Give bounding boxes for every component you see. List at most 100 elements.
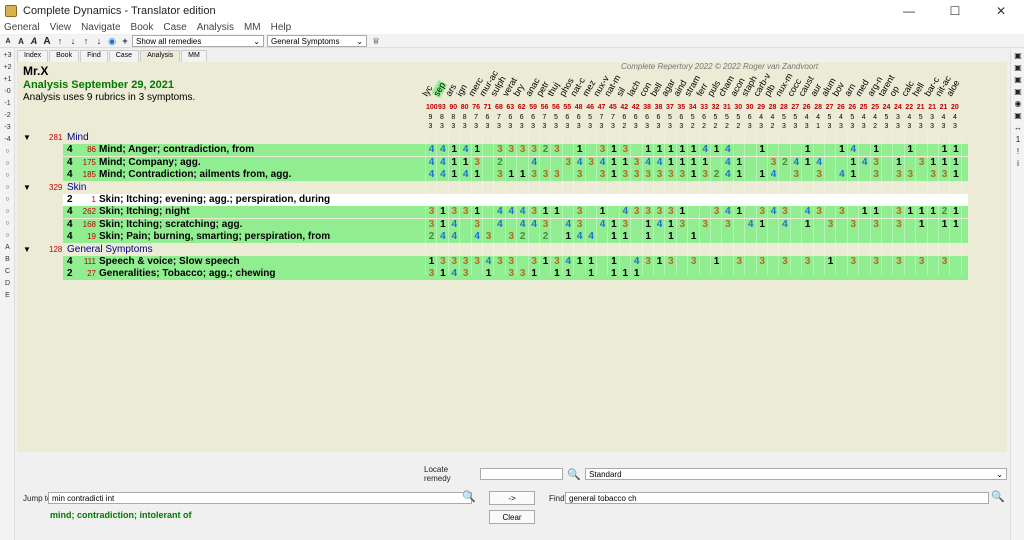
tab-book[interactable]: Book xyxy=(49,50,80,62)
remedy-grade-cell[interactable]: 3 xyxy=(814,169,825,181)
remedy-grade-cell[interactable]: 4 xyxy=(437,144,448,156)
remedy-grade-cell[interactable]: 1 xyxy=(688,157,699,169)
remedy-grade-cell[interactable]: 3 xyxy=(643,169,654,181)
remedy-grade-cell[interactable]: 4 xyxy=(859,157,870,169)
remedy-grade-cell[interactable]: 2 xyxy=(779,157,790,169)
remedy-grade-cell[interactable]: 4 xyxy=(449,231,460,243)
remedy-grade-cell[interactable]: 3 xyxy=(506,231,517,243)
remedy-grade-cell[interactable]: 1 xyxy=(711,144,722,156)
remedy-grade-cell[interactable]: 3 xyxy=(871,169,882,181)
remedy-grade-cell[interactable]: 3 xyxy=(460,268,471,280)
remedy-grade-cell[interactable]: 1 xyxy=(939,219,950,231)
remedy-grade-cell[interactable]: 1 xyxy=(802,157,813,169)
remedy-grade-cell[interactable]: 3 xyxy=(529,169,540,181)
remedy-grade-cell[interactable]: 4 xyxy=(722,144,733,156)
remedy-grade-cell[interactable]: 4 xyxy=(586,231,597,243)
remedy-grade-cell[interactable]: 4 xyxy=(643,157,654,169)
remedy-grade-cell[interactable]: 3 xyxy=(665,206,676,218)
remedy-grade-cell[interactable]: 4 xyxy=(437,169,448,181)
remedy-grade-cell[interactable]: 3 xyxy=(643,206,654,218)
remedy-grade-cell[interactable]: 3 xyxy=(848,256,859,268)
remedy-grade-cell[interactable]: 3 xyxy=(700,169,711,181)
symptom-group-row[interactable]: ▼ 281 Mind xyxy=(17,132,997,144)
remedy-grade-cell[interactable]: 3 xyxy=(494,256,505,268)
remedy-grade-cell[interactable]: 1 xyxy=(757,144,768,156)
menu-case[interactable]: Case xyxy=(163,22,186,33)
remedy-grade-cell[interactable]: 3 xyxy=(506,144,517,156)
remedy-grade-cell[interactable]: 1 xyxy=(916,219,927,231)
remedy-grade-cell[interactable]: 4 xyxy=(597,219,608,231)
remedy-grade-cell[interactable]: 1 xyxy=(437,219,448,231)
remedy-grade-cell[interactable]: 3 xyxy=(437,256,448,268)
remedy-grade-cell[interactable]: 1 xyxy=(643,219,654,231)
left-tool-9[interactable]: ○ xyxy=(1,158,14,169)
remedy-grade-cell[interactable]: 1 xyxy=(608,157,619,169)
remedy-grade-cell[interactable]: 3 xyxy=(494,169,505,181)
trophy-icon[interactable]: ♕ xyxy=(370,35,382,47)
right-tool-4[interactable]: ◉ xyxy=(1012,98,1024,109)
remedy-grade-cell[interactable]: 1 xyxy=(734,157,745,169)
remedy-grade-cell[interactable]: 4 xyxy=(494,206,505,218)
tab-index[interactable]: Index xyxy=(17,50,49,62)
remedy-grade-cell[interactable]: 3 xyxy=(586,157,597,169)
remedy-grade-cell[interactable]: 4 xyxy=(802,206,813,218)
remedy-grade-cell[interactable]: 1 xyxy=(608,231,619,243)
symptom-group-row[interactable]: ▼ 128 General Symptoms xyxy=(17,244,997,256)
search-icon[interactable]: 🔍 xyxy=(991,490,1005,503)
remedy-grade-cell[interactable]: 3 xyxy=(757,206,768,218)
remedy-grade-cell[interactable]: 3 xyxy=(893,256,904,268)
minimize-button[interactable]: — xyxy=(886,0,932,21)
remedy-grade-cell[interactable]: 4 xyxy=(631,256,642,268)
font-larger-button[interactable]: A xyxy=(28,35,40,47)
remedy-grade-cell[interactable]: 4 xyxy=(426,169,437,181)
remedy-grade-cell[interactable]: 1 xyxy=(734,169,745,181)
remedy-grade-cell[interactable]: 3 xyxy=(722,219,733,231)
remedy-grade-cell[interactable]: 3 xyxy=(916,256,927,268)
clear-button[interactable]: Clear xyxy=(489,510,535,524)
remedy-grade-cell[interactable]: 4 xyxy=(460,169,471,181)
remedy-grade-cell[interactable]: 1 xyxy=(563,231,574,243)
remedy-grade-cell[interactable]: 3 xyxy=(472,219,483,231)
remedy-grade-cell[interactable]: 1 xyxy=(916,206,927,218)
remedy-grade-cell[interactable]: 1 xyxy=(654,256,665,268)
remedy-grade-cell[interactable]: 2 xyxy=(540,231,551,243)
tab-mm[interactable]: MM xyxy=(181,50,207,62)
remedy-grade-cell[interactable]: 1 xyxy=(711,256,722,268)
remedy-grade-cell[interactable]: 3 xyxy=(871,157,882,169)
remedy-grade-cell[interactable]: 1 xyxy=(757,169,768,181)
suggestion-text[interactable]: mind; contradiction; intolerant of xyxy=(50,510,192,520)
remedy-grade-cell[interactable]: 3 xyxy=(654,206,665,218)
remedy-grade-cell[interactable]: 4 xyxy=(654,157,665,169)
right-tool-9[interactable]: i xyxy=(1012,158,1024,169)
remedy-grade-cell[interactable]: 4 xyxy=(848,144,859,156)
remedy-grade-cell[interactable]: 3 xyxy=(871,219,882,231)
menu-help[interactable]: Help xyxy=(271,22,292,33)
remedy-grade-cell[interactable]: 1 xyxy=(939,144,950,156)
remedy-grade-cell[interactable]: 4 xyxy=(722,169,733,181)
remedy-grade-cell[interactable]: 1 xyxy=(950,157,961,169)
remedy-grade-cell[interactable]: 3 xyxy=(836,206,847,218)
remedy-grade-cell[interactable]: 3 xyxy=(893,206,904,218)
remedy-grade-cell[interactable]: 3 xyxy=(700,219,711,231)
remedy-grade-cell[interactable]: 4 xyxy=(437,157,448,169)
remedy-grade-cell[interactable]: 1 xyxy=(449,169,460,181)
remedy-grade-cell[interactable]: 2 xyxy=(939,206,950,218)
menu-mm[interactable]: MM xyxy=(244,22,261,33)
remedy-grade-cell[interactable]: 1 xyxy=(893,157,904,169)
remedy-grade-cell[interactable]: 4 xyxy=(814,157,825,169)
remedy-grade-cell[interactable]: 4 xyxy=(597,157,608,169)
remedy-grade-cell[interactable]: 1 xyxy=(563,268,574,280)
expand-icon[interactable]: ▼ xyxy=(23,182,31,194)
remedy-grade-cell[interactable]: 3 xyxy=(460,206,471,218)
left-tool-17[interactable]: B xyxy=(1,254,14,265)
remedy-grade-cell[interactable]: 1 xyxy=(586,268,597,280)
remedy-grade-cell[interactable]: 3 xyxy=(426,206,437,218)
remedy-grade-cell[interactable]: 1 xyxy=(688,144,699,156)
remedy-grade-cell[interactable]: 4 xyxy=(700,144,711,156)
remedy-grade-cell[interactable]: 1 xyxy=(529,268,540,280)
remedy-grade-cell[interactable]: 4 xyxy=(768,206,779,218)
right-tool-7[interactable]: 1 xyxy=(1012,134,1024,145)
left-tool-7[interactable]: -4 xyxy=(1,134,14,145)
remedy-grade-cell[interactable]: 3 xyxy=(597,144,608,156)
remedy-grade-cell[interactable]: 4 xyxy=(529,157,540,169)
